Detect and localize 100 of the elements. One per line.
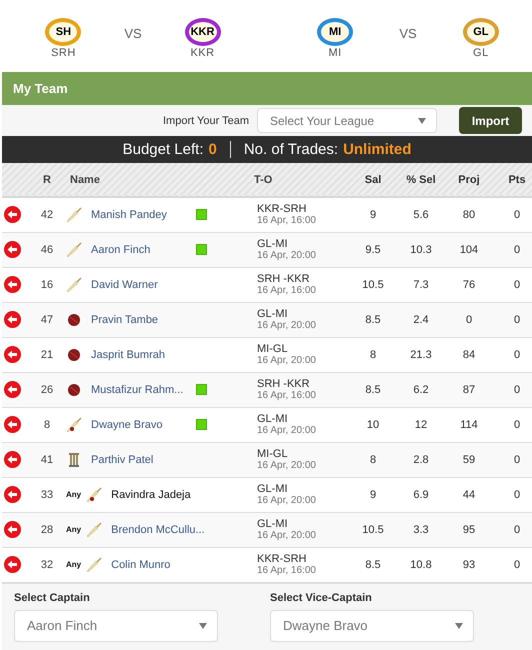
table-cell: 59 [445,442,493,477]
player-name[interactable]: Manish Pandey [91,208,191,221]
table-cell: 10 [349,407,397,442]
remove-icon[interactable] [4,416,21,433]
rank-cell: 16 [30,267,64,302]
remove-icon[interactable] [4,556,21,573]
fixture-text: KKR-SRH [257,203,308,216]
fixture-time: 16 Apr, 20:00 [257,320,317,331]
table-cell: 84 [445,337,493,372]
fixture-time: 16 Apr, 20:00 [257,495,317,506]
player-name[interactable]: Brendon McCullu... [111,524,212,536]
rank-cell: 33 [30,477,64,512]
fixture-time: 16 Apr, 20:00 [257,425,317,436]
player-dropdown[interactable]: Aaron Finch [14,610,218,642]
table-cell: 0 [493,372,532,407]
table-cell: 104 [445,232,493,267]
rank-cell: 21 [30,337,64,372]
table-cell: 0 [493,442,532,477]
table-cell: 0 [445,302,493,337]
table-cell: 0 [493,477,532,512]
remove-icon[interactable] [4,346,21,363]
table-cell: 8.5 [349,372,397,407]
fixture-time: 16 Apr, 20:00 [257,250,317,261]
any-label: Any [66,560,82,569]
remove-icon[interactable] [4,381,21,398]
fixture-time: 16 Apr, 16:00 [257,285,317,296]
select-label: Select Vice-Captain [270,592,373,604]
table-cell: 21.3 [397,337,445,372]
team-name: MI [328,46,342,58]
team-name: KKR [190,46,215,58]
player-name[interactable]: David Warner [91,278,191,290]
remove-icon[interactable] [4,451,21,468]
player-name[interactable]: Jasprit Bumrah [91,348,191,360]
table-cell: 0 [493,302,532,337]
player-name[interactable]: Aaron Finch [91,244,191,256]
player-name[interactable]: Pravin Tambe [91,314,191,326]
trades-label: No. of Trades: [244,141,338,158]
remove-icon[interactable] [4,206,21,224]
team-logo: KKR [184,18,221,46]
fixture-text: GL-MI [257,308,289,320]
table-cell: 114 [445,407,493,442]
table-cell: 87 [445,372,493,407]
table-cell: 2.4 [397,302,445,337]
table-cell: 8 [349,442,397,477]
column-header: R [30,163,64,197]
table-cell: 6.9 [397,477,445,512]
remove-icon[interactable] [4,521,21,538]
team-logo: MI [317,18,354,46]
rank-cell: 26 [30,372,64,407]
table-cell: 0 [493,267,532,302]
rank-cell: 28 [30,512,64,547]
remove-icon[interactable] [4,486,21,503]
budget-value: 0 [208,141,217,158]
rank-cell: 32 [30,547,64,582]
table-cell: 3.3 [397,512,445,547]
remove-icon[interactable] [4,311,21,328]
player-dropdown[interactable]: Dwayne Bravo [270,610,474,642]
table-cell: 10.5 [349,512,397,547]
player-name[interactable]: Colin Munro [111,558,212,570]
caret-icon [418,118,426,124]
table-cell: 8.5 [349,547,397,582]
fixture-text: SRH -KKR [257,273,311,285]
import-button[interactable]: Import [459,107,522,134]
fixture-time: 16 Apr, 16:00 [257,390,317,401]
vs-label: VS [124,26,142,40]
table-cell: 0 [493,337,532,372]
table-cell: 0 [493,232,532,267]
any-label: Any [66,525,82,534]
table-cell: 0 [493,547,532,582]
table-cell: 0 [493,512,532,547]
table-cell: 8.5 [349,302,397,337]
table-cell: 8 [349,337,397,372]
player-name[interactable]: Parthiv Patel [91,454,191,466]
column-header: Proj [445,163,493,197]
rank-cell: 47 [30,302,64,337]
remove-icon[interactable] [4,276,21,293]
select-label: Select Captain [14,592,91,604]
fixture-text: SRH -KKR [257,378,311,390]
team-logo: GL [462,18,499,46]
table-cell: 7.3 [397,267,445,302]
table-cell: 9 [349,477,397,512]
table-cell: 0 [493,407,532,442]
league-dropdown[interactable]: Select Your League [257,108,437,133]
table-cell: 12 [397,407,445,442]
remove-icon[interactable] [4,241,21,258]
table-cell: 5.6 [397,197,445,232]
player-name[interactable]: Dwayne Bravo [91,418,191,430]
table-cell: 9 [349,197,397,232]
fixture-time: 16 Apr, 20:00 [257,355,317,366]
player-name[interactable]: Mustafizur Rahm... [91,384,191,396]
fixture-text: GL-MI [257,413,289,425]
table-cell: 2.8 [397,442,445,477]
budget-label: Budget Left: [122,141,204,158]
table-cell: 10.3 [397,232,445,267]
rank-cell: 8 [30,407,64,442]
table-cell: 6.2 [397,372,445,407]
import-label: Import Your Team [162,114,249,126]
player-name[interactable]: Ravindra Jadeja [111,488,212,500]
team-logo: SH [45,18,82,46]
column-header: Pts [493,163,532,197]
